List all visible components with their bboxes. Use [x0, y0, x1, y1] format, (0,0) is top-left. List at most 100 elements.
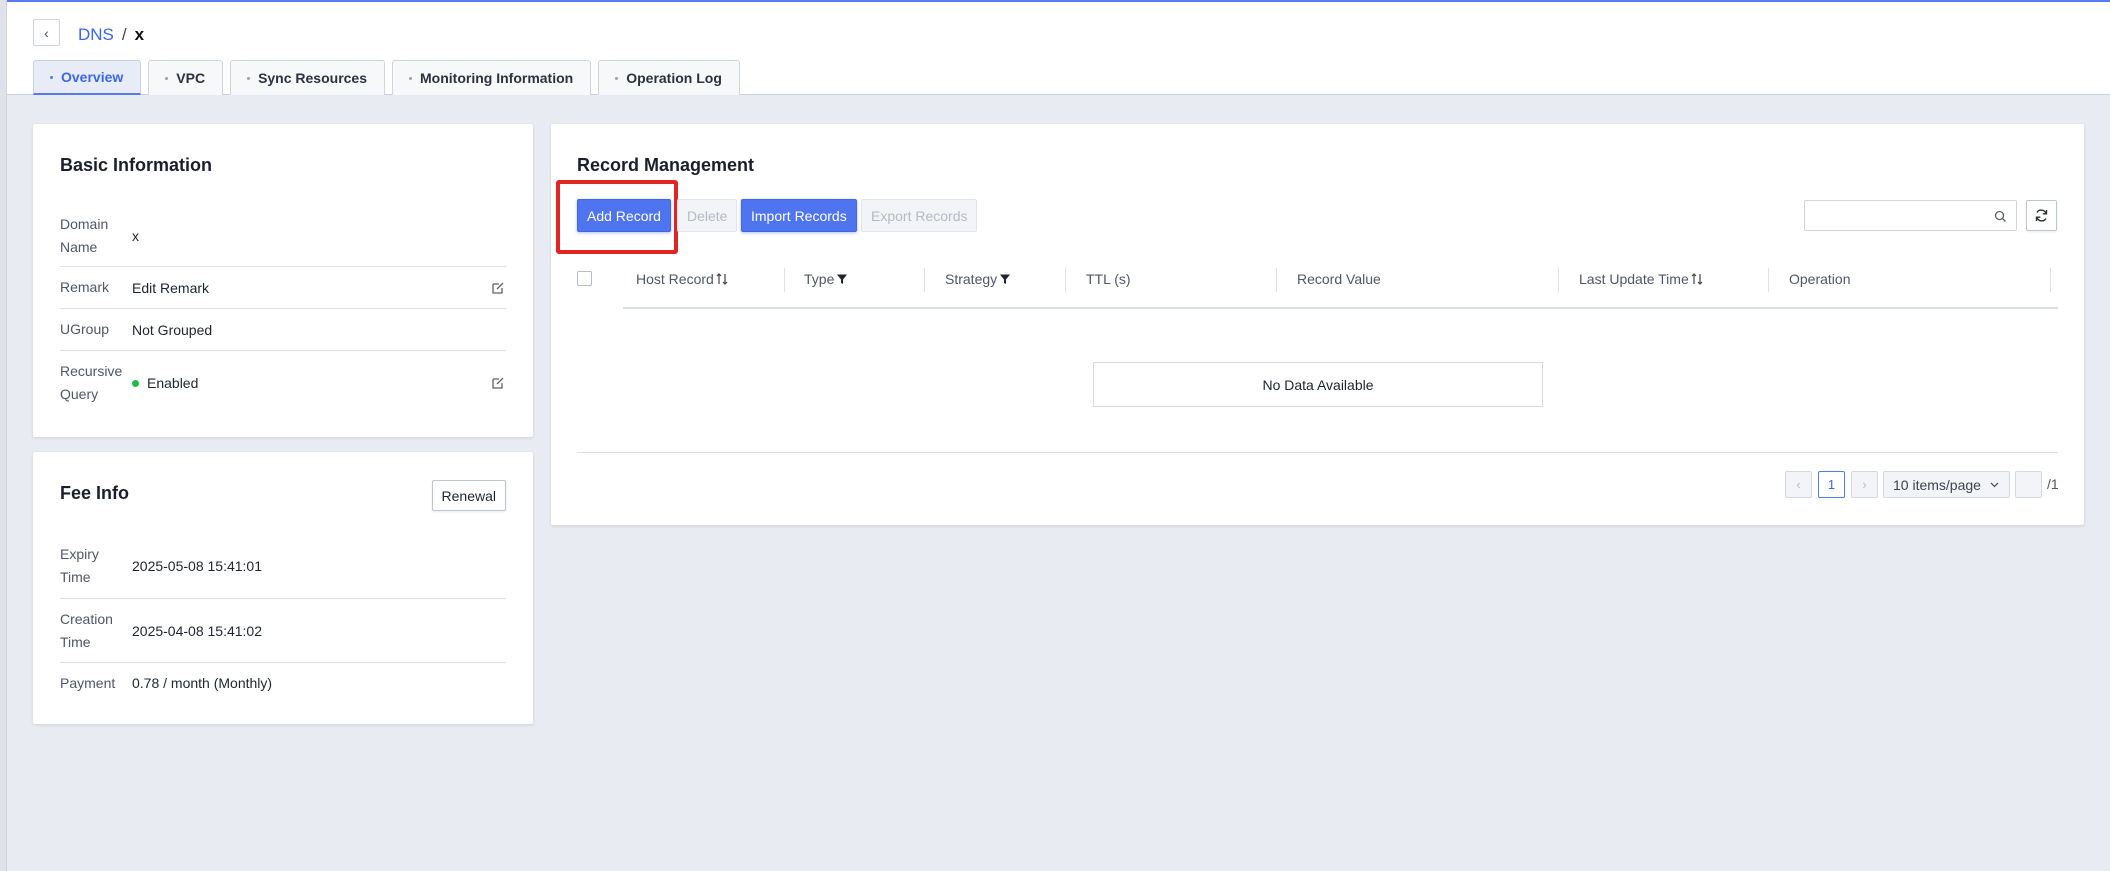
record-management-title: Record Management — [577, 155, 755, 175]
chevron-left-icon: ‹ — [44, 24, 49, 41]
tab-bar: Overview VPC Sync Resources Monitoring I… — [33, 60, 740, 95]
info-value: 2025-05-08 15:41:01 — [132, 558, 262, 574]
basic-info-card: Basic Information Domain Name x Remark E… — [33, 124, 533, 437]
chevron-left-icon: ‹ — [1796, 477, 1801, 492]
column-divider — [1768, 268, 1769, 292]
select-all-checkbox[interactable] — [577, 271, 592, 286]
tab-overview[interactable]: Overview — [33, 60, 142, 95]
column-divider — [924, 268, 925, 292]
left-edge — [0, 0, 7, 871]
basic-info-title: Basic Information — [60, 155, 213, 175]
info-value: Enabled — [132, 375, 506, 391]
tab-label: Overview — [61, 69, 124, 85]
delete-button[interactable]: Delete — [677, 199, 738, 232]
search-input[interactable] — [1804, 200, 2017, 231]
column-last-update-time[interactable]: Last Update Time — [1579, 269, 1703, 289]
info-row-recursive-query: Recursive Query Enabled — [60, 351, 506, 415]
info-row-domain-name: Domain Name x — [60, 206, 506, 267]
sort-icon[interactable] — [1691, 273, 1703, 285]
column-divider — [2050, 268, 2051, 292]
refresh-button[interactable] — [2026, 200, 2057, 231]
edit-recursive-query-icon[interactable] — [490, 375, 506, 391]
info-label: Expiry Time — [60, 546, 99, 585]
info-value: 0.78 / month (Monthly) — [132, 675, 273, 691]
prev-page-button[interactable]: ‹ — [1785, 471, 1812, 498]
breadcrumb-current: x — [134, 25, 145, 44]
column-record-value: Record Value — [1297, 269, 1381, 289]
filter-icon[interactable] — [836, 273, 848, 285]
column-strategy[interactable]: Strategy — [945, 269, 1011, 289]
column-label: Type — [804, 271, 835, 287]
info-label: UGroup — [60, 321, 110, 337]
sort-icon[interactable] — [716, 273, 728, 285]
tab-dot-icon — [50, 75, 53, 79]
total-pages-label: /1 — [2047, 476, 2059, 492]
export-records-button[interactable]: Export Records — [861, 199, 978, 232]
breadcrumb-separator: / — [121, 25, 127, 44]
tab-label: VPC — [176, 70, 206, 86]
fee-info-card: Fee Info Renewal Expiry Time 2025-05-08 … — [33, 452, 533, 724]
column-divider — [1065, 268, 1066, 292]
column-label: Operation — [1789, 271, 1851, 287]
info-label: Remark — [60, 279, 110, 295]
recursive-query-status: Enabled — [147, 375, 199, 391]
info-value: 2025-04-08 15:41:02 — [132, 622, 262, 639]
fee-info-title: Fee Info — [60, 483, 130, 503]
column-operation: Operation — [1789, 269, 1850, 289]
info-label: Recursive Query — [60, 363, 123, 402]
column-label: Host Record — [636, 271, 714, 287]
tab-vpc[interactable]: VPC — [148, 60, 224, 95]
info-value: x — [132, 228, 139, 244]
column-divider — [1276, 268, 1277, 292]
chevron-right-icon: › — [1862, 477, 1867, 492]
tab-label: Monitoring Information — [420, 70, 574, 86]
refresh-icon — [2035, 209, 2048, 222]
page-header: ‹ DNS / x Overview VPC Sync Resources Mo… — [7, 2, 2110, 95]
tab-dot-icon — [615, 76, 619, 80]
filter-icon[interactable] — [999, 273, 1011, 285]
tab-monitoring-information[interactable]: Monitoring Information — [392, 60, 592, 95]
page-size-label: 10 items/page — [1893, 476, 1981, 493]
back-button[interactable]: ‹ — [33, 19, 60, 46]
chevron-down-icon — [1990, 482, 1999, 487]
renewal-button[interactable]: Renewal — [431, 480, 506, 511]
tab-dot-icon — [247, 76, 251, 80]
info-row-creation-time: Creation Time 2025-04-08 15:41:02 — [60, 599, 506, 663]
table-header-underline — [623, 307, 2058, 309]
column-type[interactable]: Type — [804, 269, 848, 289]
info-row-expiry-time: Expiry Time 2025-05-08 15:41:01 — [60, 534, 506, 599]
info-row-payment: Payment 0.78 / month (Monthly) — [60, 663, 506, 703]
status-dot-icon — [132, 379, 139, 387]
page-size-select[interactable]: 10 items/page — [1883, 471, 2010, 498]
tab-label: Sync Resources — [258, 70, 368, 86]
info-label: Payment — [60, 674, 116, 691]
column-divider — [784, 268, 785, 292]
info-value: Not Grouped — [132, 321, 213, 338]
info-value: Edit Remark — [132, 279, 210, 296]
column-ttl: TTL (s) — [1086, 269, 1131, 289]
info-label: Creation Time — [60, 610, 113, 650]
page-number-button[interactable]: 1 — [1818, 471, 1845, 498]
edit-remark-icon[interactable] — [490, 280, 506, 296]
info-row-remark: Remark Edit Remark — [60, 267, 506, 309]
add-record-button[interactable]: Add Record — [577, 199, 671, 232]
breadcrumb-dns-link[interactable]: DNS — [78, 25, 114, 45]
next-page-button[interactable]: › — [1851, 471, 1878, 498]
column-label: Last Update Time — [1579, 271, 1689, 287]
import-records-button[interactable]: Import Records — [741, 199, 857, 232]
tab-sync-resources[interactable]: Sync Resources — [230, 60, 386, 95]
page-jump-input[interactable] — [2015, 471, 2042, 498]
tab-dot-icon — [409, 76, 413, 80]
info-label: Domain Name — [60, 216, 109, 255]
breadcrumb: DNS / x — [78, 25, 144, 45]
empty-state: No Data Available — [1093, 362, 1543, 407]
tab-operation-log[interactable]: Operation Log — [598, 60, 740, 95]
column-label: Strategy — [945, 271, 998, 287]
tab-label: Operation Log — [626, 70, 722, 86]
column-divider — [1558, 268, 1559, 292]
search-icon[interactable] — [1994, 210, 2007, 223]
column-host-record[interactable]: Host Record — [636, 269, 728, 289]
record-management-card: Record Management Add Record Delete Impo… — [551, 124, 2084, 525]
column-label: TTL (s) — [1086, 271, 1131, 287]
column-label: Record Value — [1297, 271, 1381, 287]
